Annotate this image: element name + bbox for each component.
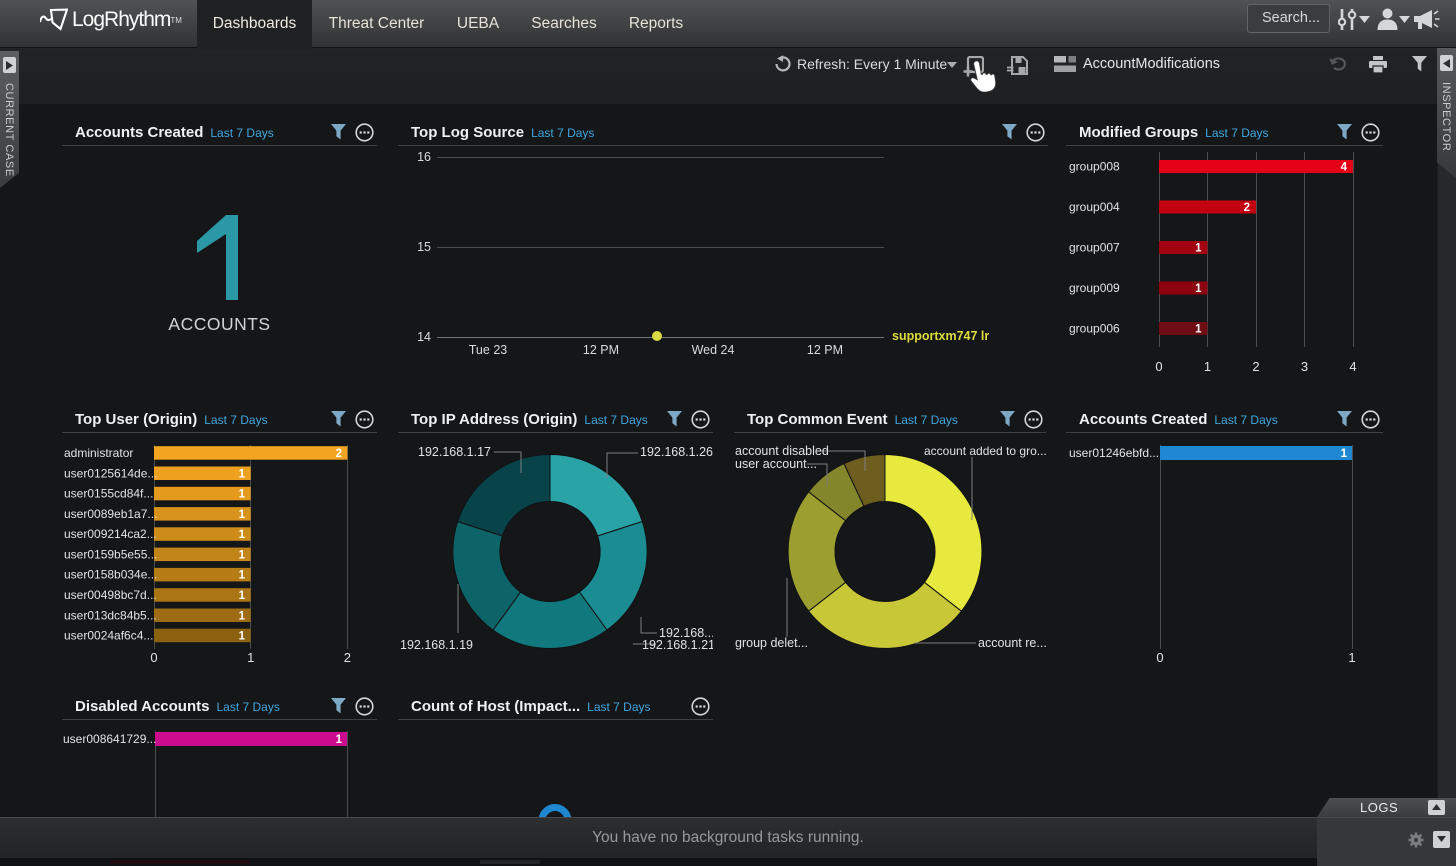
svg-text:1: 1 [1195,283,1202,295]
svg-text:1: 1 [1348,650,1355,665]
svg-text:0: 0 [150,650,157,665]
svg-text:group006: group006 [1069,322,1120,336]
svg-text:group008: group008 [1069,160,1120,174]
svg-text:supportxm747 lr: supportxm747 lr [892,329,989,343]
svg-text:0: 0 [1156,650,1163,665]
svg-text:12 PM: 12 PM [583,343,619,357]
svg-text:user008641729...: user008641729... [63,732,156,746]
svg-text:Tue 23: Tue 23 [469,343,508,357]
svg-text:1: 1 [239,590,246,602]
svg-text:1: 1 [1195,324,1202,336]
svg-text:group004: group004 [1069,200,1120,214]
svg-text:1: 1 [247,650,254,665]
svg-text:12 PM: 12 PM [807,343,843,357]
svg-text:2: 2 [1252,359,1259,374]
svg-text:192.168.1.26: 192.168.1.26 [640,445,713,459]
svg-text:1: 1 [1341,448,1348,460]
svg-text:account added to gro...: account added to gro... [924,444,1046,458]
svg-text:user0024af6c4...: user0024af6c4... [64,629,153,643]
svg-text:1: 1 [239,631,246,643]
svg-text:1: 1 [336,734,343,746]
svg-text:user account...: user account... [735,457,817,471]
svg-text:1: 1 [239,509,246,521]
svg-text:user00498bc7d...: user00498bc7d... [64,588,157,602]
svg-text:3: 3 [1301,359,1308,374]
svg-text:group007: group007 [1069,241,1120,255]
svg-text:192.168.1.17: 192.168.1.17 [418,445,491,459]
svg-text:16: 16 [417,150,431,164]
svg-text:account re...: account re... [978,636,1046,650]
svg-text:0: 0 [1155,359,1162,374]
svg-text:user0155cd84f...: user0155cd84f... [64,487,153,501]
svg-text:192.168.1.21: 192.168.1.21 [642,638,713,652]
svg-text:1: 1 [239,549,246,561]
svg-text:14: 14 [417,330,431,344]
svg-text:15: 15 [417,240,431,254]
svg-text:1: 1 [1195,243,1202,255]
svg-text:administrator: administrator [64,446,133,460]
svg-text:user0159b5e55...: user0159b5e55... [64,547,157,561]
svg-text:1: 1 [1204,359,1211,374]
svg-text:user0125614de...: user0125614de... [64,466,157,480]
svg-text:4: 4 [1349,359,1356,374]
svg-text:user009214ca2...: user009214ca2... [64,527,157,541]
svg-text:group delet...: group delet... [735,636,808,650]
svg-text:group009: group009 [1069,281,1120,295]
svg-text:Wed 24: Wed 24 [692,343,735,357]
svg-text:account disabled: account disabled [735,444,829,458]
svg-text:2: 2 [1244,202,1250,214]
svg-text:1: 1 [239,529,246,541]
svg-text:1: 1 [239,610,246,622]
svg-text:user0089eb1a7...: user0089eb1a7... [64,507,157,521]
svg-text:2: 2 [336,448,342,460]
svg-text:user01246ebfd...: user01246ebfd... [1069,446,1159,460]
svg-text:1: 1 [239,489,246,501]
svg-text:192.168.1.19: 192.168.1.19 [400,638,473,652]
svg-text:1: 1 [239,570,246,582]
svg-text:user013dc84b5...: user013dc84b5... [64,608,157,622]
svg-text:user0158b034e...: user0158b034e... [64,568,157,582]
svg-text:1: 1 [239,468,246,480]
svg-text:4: 4 [1341,162,1348,174]
svg-text:2: 2 [344,650,351,665]
